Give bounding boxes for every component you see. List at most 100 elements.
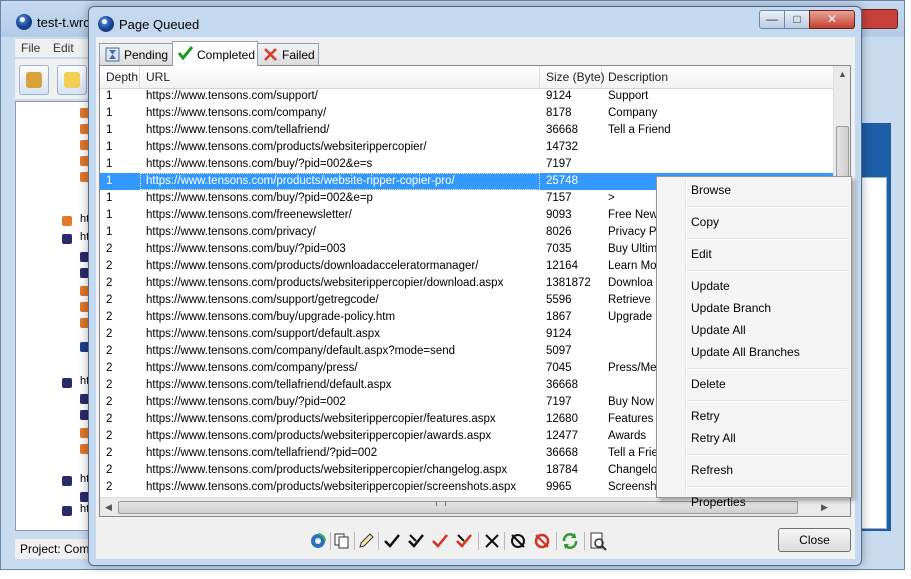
cell-url: https://www.tensons.com/company/press/ <box>146 362 358 374</box>
close-button[interactable]: Close <box>778 528 851 552</box>
table-row[interactable]: 1 https://www.tensons.com/support/9124 Sup… <box>100 88 833 105</box>
update-all-icon[interactable] <box>430 531 450 551</box>
cell-size: 7157 <box>546 192 572 204</box>
menu-item-update-all[interactable]: Update All <box>691 320 746 340</box>
maximize-button[interactable]: □ <box>784 10 810 29</box>
retry-icon[interactable] <box>508 531 528 551</box>
table-row[interactable]: 1 https://www.tensons.com/products/websit… <box>100 139 833 156</box>
status-bar: Project: Com <box>15 539 95 559</box>
cell-size: 7197 <box>546 158 572 170</box>
column-header-depth[interactable]: Depth <box>100 66 140 88</box>
scroll-up-icon[interactable]: ▲ <box>834 66 850 83</box>
update-all-branches-icon[interactable] <box>454 531 474 551</box>
scroll-grip-icon <box>436 501 446 506</box>
dialog-close-x-button[interactable]: ✕ <box>809 10 855 29</box>
cell-size: 1867 <box>546 311 572 323</box>
menu-item-properties[interactable]: Properties <box>691 492 746 512</box>
menu-item-delete[interactable]: Delete <box>691 374 726 394</box>
table-row[interactable]: 1 https://www.tensons.com/tellafriend/366… <box>100 122 833 139</box>
update-branch-icon[interactable] <box>406 531 426 551</box>
dialog-title: Page Queued <box>119 17 200 32</box>
menu-item-retry[interactable]: Retry <box>691 406 720 426</box>
settings-tool-button[interactable] <box>19 65 49 95</box>
cell-size: 12680 <box>546 413 578 425</box>
tab-pending[interactable]: Pending <box>99 43 173 65</box>
update-icon[interactable] <box>382 531 402 551</box>
cell-depth: 2 <box>106 447 113 459</box>
cell-depth: 2 <box>106 345 113 357</box>
cell-depth: 2 <box>106 277 113 289</box>
menu-item-update[interactable]: Update <box>691 276 730 296</box>
cell-size: 7045 <box>546 362 572 374</box>
column-header-description[interactable]: Description <box>602 66 833 88</box>
cell-url: https://www.tensons.com/products/downloa… <box>146 260 479 272</box>
column-header-url[interactable]: URL <box>140 66 540 88</box>
vertical-scroll-thumb[interactable] <box>836 126 849 181</box>
refresh-icon[interactable] <box>560 531 580 551</box>
cell-size: 7197 <box>546 396 572 408</box>
cell-url: https://www.tensons.com/buy/?pid=002 <box>146 396 346 408</box>
cell-size: 1381872 <box>546 277 591 289</box>
cell-url: https://www.tensons.com/buy/?pid=002&e=p <box>146 192 373 204</box>
tab-completed[interactable]: Completed <box>172 41 258 66</box>
cell-url: https://www.tensons.com/support/getregco… <box>146 294 379 306</box>
menu-separator <box>687 400 847 402</box>
folder-icon <box>64 72 80 88</box>
column-header-size[interactable]: Size (Byte) <box>540 66 605 88</box>
cell-url: https://www.tensons.com/products/website… <box>146 277 504 289</box>
menu-edit[interactable]: Edit <box>53 41 74 55</box>
link-icon <box>62 234 72 244</box>
cell-depth: 1 <box>106 226 113 238</box>
cell-description: Company <box>608 107 658 119</box>
table-row[interactable]: 1 https://www.tensons.com/company/8178 Com… <box>100 105 833 122</box>
properties-icon[interactable] <box>588 531 608 551</box>
menu-item-copy[interactable]: Copy <box>691 212 719 232</box>
browse-icon[interactable] <box>308 531 328 551</box>
cell-depth: 1 <box>106 209 113 221</box>
cell-size: 8026 <box>546 226 572 238</box>
scroll-left-icon[interactable]: ◀ <box>100 498 117 516</box>
dialog-titlebar[interactable]: Page Queued — □ ✕ <box>89 7 861 35</box>
cell-depth: 2 <box>106 362 113 374</box>
open-tool-button[interactable] <box>57 65 87 95</box>
scroll-corner <box>833 497 850 516</box>
cell-depth: 2 <box>106 396 113 408</box>
copy-icon[interactable] <box>332 531 352 551</box>
cell-description <box>602 139 833 156</box>
cell-size: 7035 <box>546 243 572 255</box>
menu-item-browse[interactable]: Browse <box>691 180 731 200</box>
minimize-button[interactable]: — <box>759 10 785 29</box>
cell-depth: 2 <box>106 464 113 476</box>
list-header: Depth URL Size (Byte) Description <box>100 66 833 89</box>
menu-separator <box>687 454 847 456</box>
menu-separator <box>687 206 847 208</box>
menu-item-refresh[interactable]: Refresh <box>691 460 733 480</box>
edit-icon[interactable] <box>356 531 376 551</box>
menu-item-retry-all[interactable]: Retry All <box>691 428 736 448</box>
cell-url: https://www.tensons.com/company/ <box>146 107 327 119</box>
menu-file[interactable]: File <box>21 41 40 55</box>
cell-depth: 2 <box>106 481 113 493</box>
delete-icon[interactable] <box>482 531 502 551</box>
cell-size: 36668 <box>546 379 578 391</box>
table-row[interactable]: 1 https://www.tensons.com/buy/?pid=002&e=… <box>100 156 833 173</box>
cell-depth: 2 <box>106 328 113 340</box>
tab-label: Pending <box>124 48 169 62</box>
project-tree[interactable]: htt htt htt htt htt <box>15 101 95 531</box>
link-icon <box>62 476 72 486</box>
cell-depth: 2 <box>106 260 113 272</box>
cell-url: https://www.tensons.com/support/ <box>146 90 318 102</box>
cell-depth: 2 <box>106 311 113 323</box>
cell-url: https://www.tensons.com/tellafriend/ <box>146 124 330 136</box>
menu-item-update-all-branches[interactable]: Update All Branches <box>691 342 800 362</box>
main-window-close-button[interactable] <box>856 9 898 29</box>
tab-failed[interactable]: Failed <box>257 43 319 65</box>
menu-item-update-branch[interactable]: Update Branch <box>691 298 771 318</box>
cell-url: https://www.tensons.com/tellafriend/defa… <box>146 379 392 391</box>
retry-all-icon[interactable] <box>532 531 552 551</box>
scroll-right-icon[interactable]: ▶ <box>816 498 833 516</box>
menu-item-edit[interactable]: Edit <box>691 244 712 264</box>
cell-size: 18784 <box>546 464 578 476</box>
gear-icon <box>26 72 42 88</box>
menu-separator <box>687 270 847 272</box>
